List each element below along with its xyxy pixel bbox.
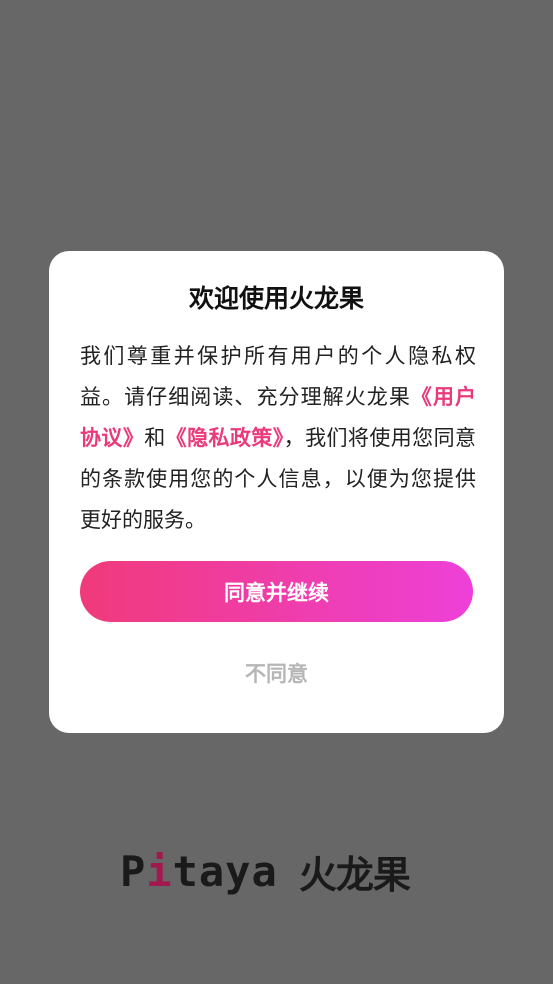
privacy-policy-link[interactable]: 《隐私政策》: [166, 426, 284, 450]
decline-button[interactable]: 不同意: [180, 651, 373, 695]
logo-wordmark-chinese: 火龙果: [298, 853, 411, 897]
logo-letter-p: P: [120, 847, 147, 896]
logo-letter-i-accent: i: [146, 847, 173, 896]
dialog-title: 欢迎使用火龙果: [188, 284, 364, 313]
logo-wordmark-latin: Pitaya: [120, 847, 278, 896]
app-logo: Pitaya 火龙果: [120, 844, 411, 904]
agree-continue-button[interactable]: 同意并继续: [80, 561, 473, 622]
body-text-conjunction: 和: [144, 426, 166, 450]
dialog-body-text: 我们尊重并保护所有用户的个人隐私权益。请仔细阅读、充分理解火龙果《用户协议》和《…: [80, 336, 476, 541]
logo-letters-rest: taya: [172, 847, 278, 896]
privacy-consent-dialog: 欢迎使用火龙果 我们尊重并保护所有用户的个人隐私权益。请仔细阅读、充分理解火龙果…: [49, 251, 504, 733]
